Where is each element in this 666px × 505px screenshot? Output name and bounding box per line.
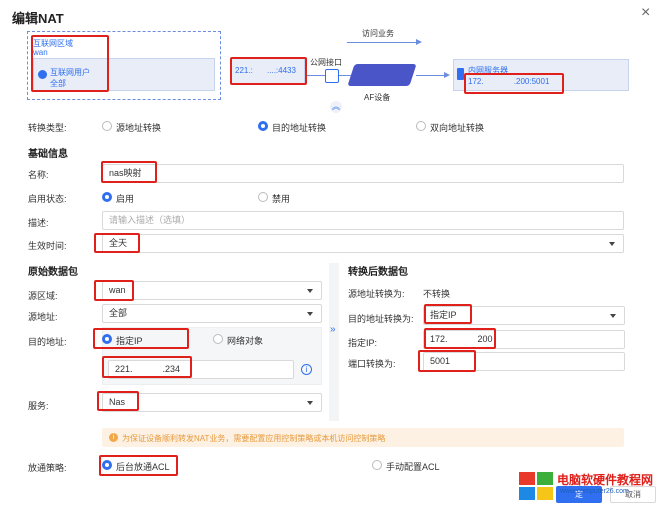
conversion-dst-text: 目的地址转换 xyxy=(272,123,327,133)
src-zone-select[interactable]: wan xyxy=(102,281,322,300)
status-enabled-text: 启用 xyxy=(116,194,135,204)
src-zone-label: 源区域: xyxy=(28,291,58,301)
basic-section-title: 基础信息 xyxy=(28,149,68,160)
interface-icon xyxy=(325,69,339,83)
internet-user-value: 全部 xyxy=(50,79,66,88)
dst-specified-ip-text: 指定IP xyxy=(116,336,143,346)
dst-conv-label: 目的地址转换为: xyxy=(348,314,414,324)
dst-specified-ip-radio[interactable] xyxy=(102,334,112,344)
src-conv-label: 源地址转换为: xyxy=(348,289,405,299)
spec-ip-input[interactable]: 172. 200 xyxy=(423,330,625,349)
section-divider xyxy=(329,263,339,421)
server-title: 内网服务器 xyxy=(468,66,508,75)
server-icon xyxy=(457,68,464,80)
public-ip-text: 221.: ....:4433 xyxy=(235,66,296,75)
conversion-both-radio[interactable] xyxy=(416,121,426,131)
link-line-left xyxy=(307,75,325,76)
spec-ip-label: 指定IP: xyxy=(348,338,378,348)
translated-section-title: 转换后数据包 xyxy=(348,267,408,278)
dst-ip-right: .234 xyxy=(162,364,181,374)
public-ip-mid: .... xyxy=(267,66,276,75)
description-label: 描述: xyxy=(28,218,49,228)
dst-network-object-text: 网络对象 xyxy=(227,336,264,346)
status-enabled-radio[interactable] xyxy=(102,192,112,202)
watermark-logo-icon xyxy=(518,471,554,501)
dst-conv-select[interactable]: 指定IP xyxy=(423,306,625,325)
conversion-type-label: 转换类型: xyxy=(28,123,67,133)
double-arrow-icon: » xyxy=(330,324,336,335)
internet-user-title: 互联网用户 xyxy=(50,68,90,77)
notice-icon: i xyxy=(109,433,118,442)
policy-manual-radio[interactable] xyxy=(372,460,382,470)
description-input[interactable]: 请输入描述（选填） xyxy=(102,211,624,230)
internet-zone-name: wan xyxy=(33,48,48,57)
user-icon xyxy=(38,70,47,79)
status-label: 启用状态: xyxy=(28,194,67,204)
link-line-mid xyxy=(339,75,351,76)
spec-ip-right: 200 xyxy=(477,334,493,344)
info-icon[interactable]: i xyxy=(301,364,312,375)
visit-arrow-head-icon xyxy=(416,39,422,45)
original-section-title: 原始数据包 xyxy=(28,267,78,278)
link-arrow-head-icon xyxy=(444,72,450,78)
conversion-src-radio[interactable] xyxy=(102,121,112,131)
firewall-device-icon xyxy=(347,64,417,86)
visit-arrow xyxy=(347,42,417,43)
public-interface-label: 公网接口 xyxy=(310,58,342,67)
port-input[interactable]: 5001 xyxy=(423,352,625,371)
server-ip-port: .200:5001 xyxy=(513,77,550,86)
public-ip-port: :4433 xyxy=(275,66,296,75)
spec-ip-left: 172. xyxy=(430,334,448,344)
service-select[interactable]: Nas xyxy=(102,393,322,412)
policy-manual-text: 手动配置ACL xyxy=(386,462,440,472)
effective-time-label: 生效时间: xyxy=(28,241,67,251)
dst-ip-input[interactable]: 221. .234 xyxy=(108,360,294,379)
policy-auto-radio[interactable] xyxy=(102,460,112,470)
port-label: 端口转换为: xyxy=(348,359,396,369)
service-label: 服务: xyxy=(28,401,49,411)
link-line-right xyxy=(416,75,446,76)
watermark-url: www.computer26.com xyxy=(560,488,629,495)
src-conv-value: 不转换 xyxy=(423,289,451,299)
policy-auto-text: 后台放通ACL xyxy=(116,462,170,472)
conversion-both-text: 双向地址转换 xyxy=(430,123,485,133)
dst-ip-left: 221. xyxy=(115,364,133,374)
public-ip-left: 221.: xyxy=(235,66,253,75)
status-disabled-text: 禁用 xyxy=(272,194,291,204)
src-addr-label: 源地址: xyxy=(28,312,58,322)
server-ip-text: 172. .200:5001 xyxy=(468,77,549,86)
notice-text: 为保证设备顺利转发NAT业务，需要配置应用控制策略或本机访问控制策略 xyxy=(122,434,386,443)
policy-label: 放通策略: xyxy=(28,463,67,473)
conversion-dst-radio[interactable] xyxy=(258,121,268,131)
dst-network-object-radio[interactable] xyxy=(213,334,223,344)
dialog-title: 编辑NAT xyxy=(12,11,64,26)
dst-addr-label: 目的地址: xyxy=(28,337,67,347)
visit-label: 访问业务 xyxy=(362,29,394,38)
watermark-title: 电脑软硬件教程网 xyxy=(557,473,654,487)
name-input[interactable]: nas映射 xyxy=(102,164,624,183)
status-disabled-radio[interactable] xyxy=(258,192,268,202)
server-ip-left: 172. xyxy=(468,77,484,86)
conversion-src-text: 源地址转换 xyxy=(116,123,162,133)
src-addr-select[interactable]: 全部 xyxy=(102,304,322,323)
device-label: AF设备 xyxy=(364,93,391,102)
close-icon[interactable]: × xyxy=(641,4,650,22)
collapse-icon[interactable]: ︽ xyxy=(330,101,342,113)
effective-time-select[interactable]: 全天 xyxy=(102,234,624,253)
name-label: 名称: xyxy=(28,170,49,180)
